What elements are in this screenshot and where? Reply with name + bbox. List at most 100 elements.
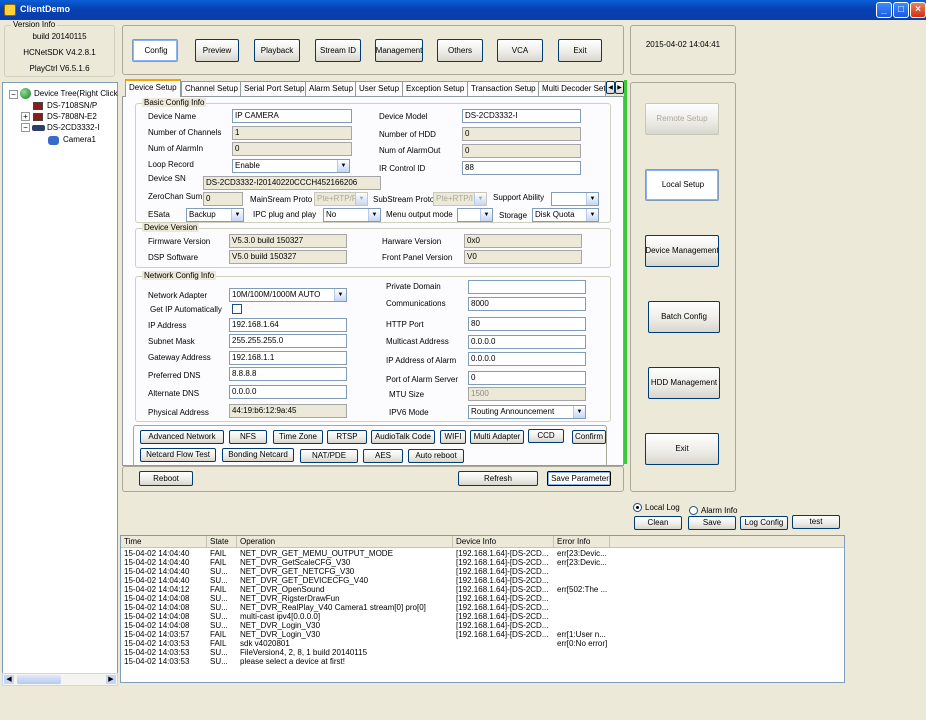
mainstream-select[interactable]: Pte+RTP/F ▼ <box>314 192 368 206</box>
tab-scroll-right-icon[interactable]: ▶ <box>615 81 624 94</box>
remote-setup-button[interactable]: Remote Setup <box>645 103 719 135</box>
hdd-management-button[interactable]: HDD Management <box>648 367 720 399</box>
table-row[interactable]: 15-04-02 14:04:40 FAIL NET_DVR_GET_MEMU_OU… <box>121 549 844 558</box>
tree-device-2[interactable]: DS-7808N-E2 <box>47 112 97 122</box>
private-domain-input[interactable] <box>468 280 586 294</box>
storage-select[interactable]: Disk Quota ▼ <box>532 208 599 222</box>
netcard-flow-test-button[interactable]: Netcard Flow Test <box>140 448 216 462</box>
save-log-button[interactable]: Save <box>688 516 736 530</box>
close-button[interactable]: × <box>910 2 926 18</box>
scroll-left-icon[interactable]: ◀ <box>4 675 14 684</box>
refresh-button[interactable]: Refresh <box>458 471 538 486</box>
exit-toolbar-button[interactable]: Exit <box>558 39 602 62</box>
table-row[interactable]: 15-04-02 14:04:40 SU... NET_DVR_GET_NETCFG… <box>121 567 844 576</box>
ir-control-input[interactable]: 88 <box>462 161 581 175</box>
table-row[interactable]: 15-04-02 14:03:53 SU... FileVersion4, 2, 8… <box>121 648 844 657</box>
log-header-error-info[interactable]: Error Info <box>554 536 610 548</box>
tree-device-1[interactable]: DS-7108SN/P <box>47 101 97 111</box>
reboot-button[interactable]: Reboot <box>139 471 193 486</box>
confirm-button[interactable]: Confirm <box>572 430 606 444</box>
save-parameter-button[interactable]: Save Parameter <box>547 471 611 486</box>
table-row[interactable]: 15-04-02 14:03:53 SU... please select a de… <box>121 657 844 666</box>
table-row[interactable]: 15-04-02 14:04:08 SU... NET_DVR_RealPlay_V… <box>121 603 844 612</box>
table-row[interactable]: 15-04-02 14:04:08 SU... NET_DVR_RigsterDra… <box>121 594 844 603</box>
preferred-dns-input[interactable]: 8.8.8.8 <box>229 367 347 381</box>
alarm-port-input[interactable]: 0 <box>468 371 586 385</box>
get-ip-auto-checkbox[interactable] <box>232 304 242 314</box>
alarm-info-radio[interactable] <box>689 506 698 515</box>
table-row[interactable]: 15-04-02 14:03:57 FAIL NET_DVR_Login_V30 [1… <box>121 630 844 639</box>
nat-pde-button[interactable]: NAT/PDE <box>300 449 358 463</box>
playback-button[interactable]: Playback <box>254 39 300 62</box>
auto-reboot-button[interactable]: Auto reboot <box>408 449 464 463</box>
tab-transaction-setup[interactable]: Transaction Setup <box>467 81 540 96</box>
tree-collapse-icon[interactable]: − <box>9 90 18 99</box>
tab-exception-setup[interactable]: Exception Setup <box>402 81 469 96</box>
table-row[interactable]: 15-04-02 14:04:12 FAIL NET_DVR_OpenSound [1… <box>121 585 844 594</box>
ccd-button[interactable]: CCD <box>528 429 564 443</box>
scroll-thumb[interactable] <box>17 675 61 684</box>
table-row[interactable]: 15-04-02 14:04:08 SU... multi-cast ipv4[0.… <box>121 612 844 621</box>
tab-user-setup[interactable]: User Setup <box>355 81 404 96</box>
tab-serial-port-setup[interactable]: Serial Port Setup <box>240 81 309 96</box>
scroll-right-icon[interactable]: ▶ <box>106 675 116 684</box>
audiotalk-code-button[interactable]: AudioTalk Code <box>371 430 435 444</box>
log-table[interactable]: Time State Operation Device Info Error I… <box>120 535 845 683</box>
ipc-plug-select[interactable]: No ▼ <box>323 208 381 222</box>
table-row[interactable]: 15-04-02 14:03:53 FAIL sdk v4020801 err[0:N… <box>121 639 844 648</box>
menu-output-select[interactable]: ▼ <box>457 208 493 222</box>
ip-address-input[interactable]: 192.168.1.64 <box>229 318 347 332</box>
device-model-field[interactable]: DS-2CD3332-I <box>462 109 581 123</box>
time-zone-button[interactable]: Time Zone <box>273 430 323 444</box>
clean-log-button[interactable]: Clean <box>634 516 682 530</box>
alarm-ip-input[interactable]: 0.0.0.0 <box>468 352 586 366</box>
exit-menu-button[interactable]: Exit <box>645 433 719 465</box>
tree-device-3[interactable]: DS-2CD3332-I <box>47 123 99 133</box>
tab-scroll-left-icon[interactable]: ◀ <box>606 81 615 94</box>
gateway-input[interactable]: 192.168.1.1 <box>229 351 347 365</box>
vca-button[interactable]: VCA <box>497 39 543 62</box>
log-header-device-info[interactable]: Device Info <box>453 536 554 548</box>
log-header-operation[interactable]: Operation <box>237 536 453 548</box>
advanced-network-button[interactable]: Advanced Network <box>140 430 224 444</box>
device-name-input[interactable]: IP CAMERA <box>232 109 352 123</box>
alternate-dns-input[interactable]: 0.0.0.0 <box>229 385 347 399</box>
log-header-state[interactable]: State <box>207 536 237 548</box>
bonding-netcard-button[interactable]: Bonding Netcard <box>222 448 294 462</box>
log-config-button[interactable]: Log Config <box>740 516 788 530</box>
table-row[interactable]: 15-04-02 14:04:08 SU... NET_DVR_Login_V30 [… <box>121 621 844 630</box>
tab-channel-setup[interactable]: Channel Setup <box>181 81 242 96</box>
rtsp-button[interactable]: RTSP <box>327 430 367 444</box>
table-row[interactable]: 15-04-02 14:04:40 FAIL NET_DVR_GetScaleCFG… <box>121 558 844 567</box>
loop-record-select[interactable]: Enable ▼ <box>232 159 350 173</box>
tree-camera[interactable]: Camera1 <box>63 135 96 145</box>
network-adapter-select[interactable]: 10M/100M/1000M AUTO ▼ <box>229 288 347 302</box>
multicast-input[interactable]: 0.0.0.0 <box>468 335 586 349</box>
local-setup-button[interactable]: Local Setup <box>645 169 719 201</box>
tab-device-setup[interactable]: Device Setup <box>125 79 181 97</box>
log-header-time[interactable]: Time <box>121 536 207 548</box>
stream-id-button[interactable]: Stream ID <box>315 39 361 62</box>
tree-expand-icon[interactable]: + <box>21 112 30 121</box>
management-button[interactable]: Management <box>375 39 423 62</box>
multi-adapter-button[interactable]: Multi Adapter <box>470 430 524 444</box>
local-log-radio[interactable] <box>633 503 642 512</box>
tab-multi-decoder-setup[interactable]: Multi Decoder Set <box>538 81 606 96</box>
subnet-mask-input[interactable]: 255.255.255.0 <box>229 334 347 348</box>
tab-alarm-setup[interactable]: Alarm Setup <box>305 81 358 96</box>
nfs-button[interactable]: NFS <box>229 430 267 444</box>
aes-button[interactable]: AES <box>363 449 403 463</box>
http-port-input[interactable]: 80 <box>468 317 586 331</box>
table-row[interactable]: 15-04-02 14:04:40 SU... NET_DVR_GET_DEVICE… <box>121 576 844 585</box>
esata-select[interactable]: Backup ▼ <box>186 208 244 222</box>
wifi-button[interactable]: WIFI <box>440 430 466 444</box>
ipv6-mode-select[interactable]: Routing Announcement ▼ <box>468 405 586 419</box>
test-button[interactable]: test <box>792 515 840 529</box>
splitter-bar[interactable] <box>624 80 627 464</box>
device-management-button[interactable]: Device Management <box>645 235 719 267</box>
tree-horizontal-scrollbar[interactable]: ◀ ▶ <box>2 673 118 686</box>
substream-select[interactable]: Pte+RTP/I ▼ <box>433 192 487 206</box>
communications-input[interactable]: 8000 <box>468 297 586 311</box>
device-tree[interactable]: − Device Tree(Right Click DS-7108SN/P + … <box>2 82 118 686</box>
title-bar[interactable]: ClientDemo _ □ × <box>0 0 926 20</box>
